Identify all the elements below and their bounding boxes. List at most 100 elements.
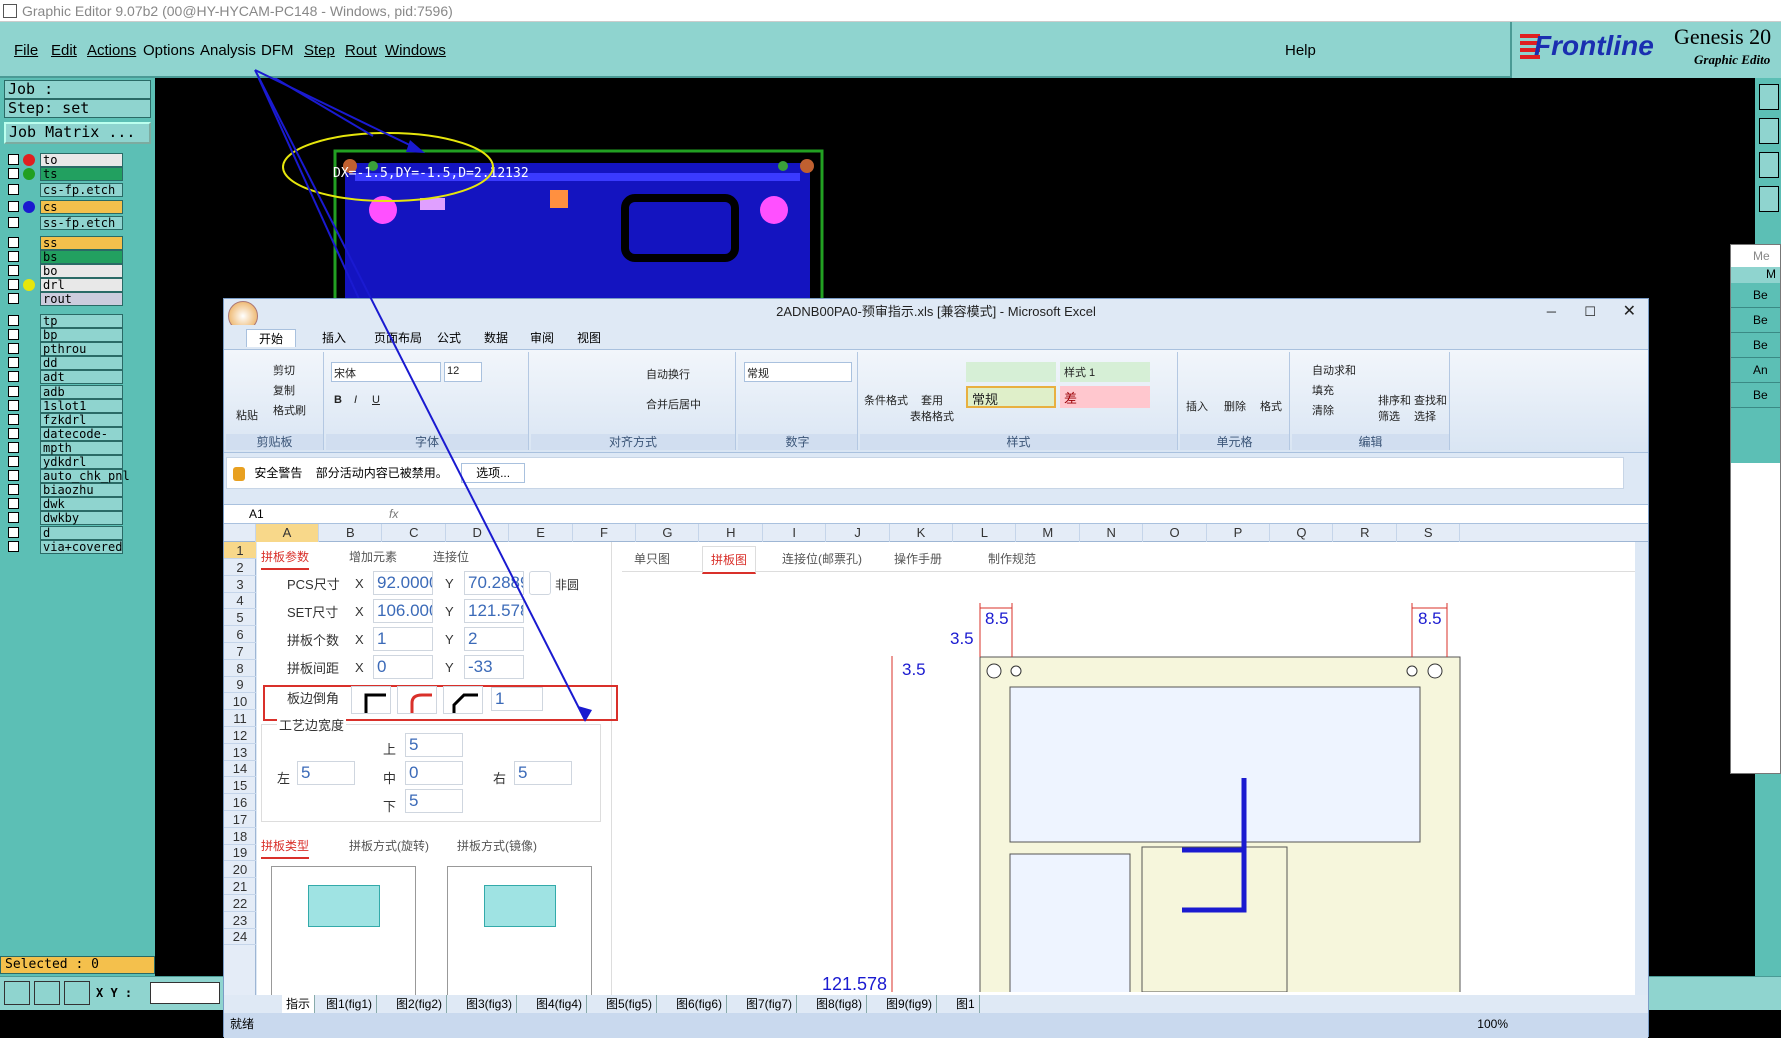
tab-home[interactable]: 开始: [246, 329, 297, 347]
column-header[interactable]: Q: [1270, 524, 1334, 542]
row-header[interactable]: 1: [224, 542, 256, 559]
tab-panel-view[interactable]: 拼板图: [702, 546, 757, 574]
row-header[interactable]: 16: [224, 794, 256, 811]
layer-row[interactable]: pthrou: [8, 342, 123, 357]
layer-checkbox[interactable]: [8, 456, 19, 467]
column-header[interactable]: O: [1144, 524, 1207, 542]
tab-panel-type[interactable]: 拼板类型: [261, 837, 310, 859]
count-y-input[interactable]: 2: [464, 627, 524, 651]
column-header[interactable]: N: [1080, 524, 1144, 542]
bold-button[interactable]: B: [334, 394, 342, 406]
margin-left-input[interactable]: 5: [297, 761, 355, 785]
measure-tool-button[interactable]: [34, 981, 60, 1005]
tab-review[interactable]: 审阅: [530, 329, 554, 346]
layer-row[interactable]: dwk: [8, 497, 123, 512]
layer-checkbox[interactable]: [8, 413, 19, 425]
menu-file[interactable]: File: [14, 42, 38, 59]
column-header[interactable]: J: [827, 524, 890, 542]
side-item[interactable]: Be: [1731, 308, 1780, 333]
gap-y-input[interactable]: -33: [464, 655, 524, 679]
tool-button[interactable]: [1759, 152, 1779, 178]
gap-x-input[interactable]: 0: [373, 655, 433, 679]
menu-step[interactable]: Step: [304, 42, 335, 59]
zoom-tool-button[interactable]: [4, 981, 30, 1005]
row-header[interactable]: 11: [224, 710, 256, 727]
column-header[interactable]: H: [700, 524, 763, 542]
close-button[interactable]: ✕: [1623, 299, 1636, 325]
xy-input[interactable]: [150, 982, 220, 1004]
layer-row[interactable]: ss-fp.etch: [8, 216, 123, 230]
menu-analysis[interactable]: Analysis: [200, 42, 256, 59]
font-name-select[interactable]: 宋体: [331, 362, 441, 382]
tab-insert[interactable]: 插入: [322, 329, 346, 346]
tab-connection[interactable]: 连接位: [433, 548, 469, 565]
menu-actions[interactable]: Actions: [87, 42, 136, 59]
italic-button[interactable]: I: [354, 394, 357, 406]
layer-checkbox[interactable]: [8, 217, 19, 228]
row-header[interactable]: 10: [224, 693, 256, 711]
sheet-tab[interactable]: 图4(fig4): [532, 995, 588, 1013]
sheet-tab[interactable]: 图9(fig9): [882, 995, 938, 1013]
delete-cells-button[interactable]: 删除: [1224, 398, 1246, 414]
margin-right-input[interactable]: 5: [514, 761, 572, 785]
layer-row[interactable]: dwkby: [8, 511, 123, 526]
sheet-tab[interactable]: 图5(fig5): [602, 995, 658, 1013]
row-header[interactable]: 13: [224, 744, 256, 761]
tab-page-layout[interactable]: 页面布局: [374, 329, 422, 346]
side-item[interactable]: Be: [1731, 333, 1780, 358]
layer-checkbox[interactable]: [8, 168, 19, 179]
font-size-select[interactable]: 12: [444, 362, 482, 382]
column-header[interactable]: C: [383, 524, 446, 542]
row-header[interactable]: 3: [224, 576, 256, 593]
style-1[interactable]: 样式 1: [1060, 362, 1150, 382]
sheet-tab[interactable]: 图3(fig3): [462, 995, 518, 1013]
paste-button[interactable]: 粘贴: [236, 407, 258, 423]
layer-row[interactable]: cs: [8, 200, 123, 214]
layer-row[interactable]: adb: [8, 384, 123, 399]
layer-row[interactable]: via+covered: [8, 539, 123, 554]
chamfer-square-button[interactable]: [351, 686, 391, 714]
count-x-input[interactable]: 1: [373, 627, 433, 651]
row-header[interactable]: 19: [224, 844, 256, 862]
options-button[interactable]: 选项...: [461, 463, 526, 483]
non-round-button[interactable]: 非圆: [555, 576, 579, 593]
tab-panel-rotate[interactable]: 拼板方式(旋转): [349, 837, 429, 854]
job-matrix-button[interactable]: Job Matrix ...: [4, 122, 151, 144]
conditional-format-button[interactable]: 条件格式: [864, 392, 908, 408]
sort-filter-button[interactable]: 排序和 筛选: [1378, 392, 1411, 424]
layer-row[interactable]: bs: [8, 250, 123, 264]
minimize-button[interactable]: ─: [1547, 299, 1556, 325]
tab-formulas[interactable]: 公式: [437, 329, 461, 346]
row-header[interactable]: 20: [224, 861, 256, 879]
underline-button[interactable]: U: [372, 394, 380, 406]
autosum-button[interactable]: 自动求和: [1312, 362, 1356, 378]
layer-row[interactable]: cs-fp.etch: [8, 183, 123, 197]
sheet-tab[interactable]: 图6(fig6): [672, 995, 728, 1013]
layer-row[interactable]: bo: [8, 264, 123, 278]
layer-checkbox[interactable]: [8, 441, 19, 453]
row-header[interactable]: 23: [224, 912, 256, 929]
layer-checkbox[interactable]: [8, 540, 19, 552]
side-item[interactable]: Be: [1731, 383, 1780, 408]
layer-row[interactable]: drl: [8, 278, 123, 292]
margin-mid-input[interactable]: 0: [405, 761, 463, 785]
layer-checkbox[interactable]: [8, 526, 19, 538]
layer-checkbox[interactable]: [8, 184, 19, 195]
chamfer-round-button[interactable]: [397, 686, 437, 714]
layer-checkbox[interactable]: [8, 293, 19, 304]
row-header[interactable]: 24: [224, 928, 256, 946]
layer-checkbox[interactable]: [8, 154, 19, 165]
layer-checkbox[interactable]: [8, 251, 19, 262]
zoom-level[interactable]: 100%: [1477, 1013, 1508, 1035]
cut-button[interactable]: 剪切: [273, 362, 295, 378]
row-header[interactable]: 5: [224, 609, 256, 627]
worksheet[interactable]: 拼板参数 增加元素 连接位 PCS尺寸 X 92.0000 Y 70.2889 …: [257, 542, 1635, 995]
style-normal[interactable]: 常规: [966, 386, 1056, 408]
layer-row[interactable]: fzkdrl: [8, 412, 123, 427]
tab-panel-params[interactable]: 拼板参数: [261, 548, 310, 570]
panel-type-option-2[interactable]: [447, 866, 592, 995]
grid-tool-button[interactable]: [64, 981, 90, 1005]
row-header[interactable]: 22: [224, 895, 256, 912]
row-header[interactable]: 21: [224, 878, 256, 895]
layer-checkbox[interactable]: [8, 329, 19, 341]
